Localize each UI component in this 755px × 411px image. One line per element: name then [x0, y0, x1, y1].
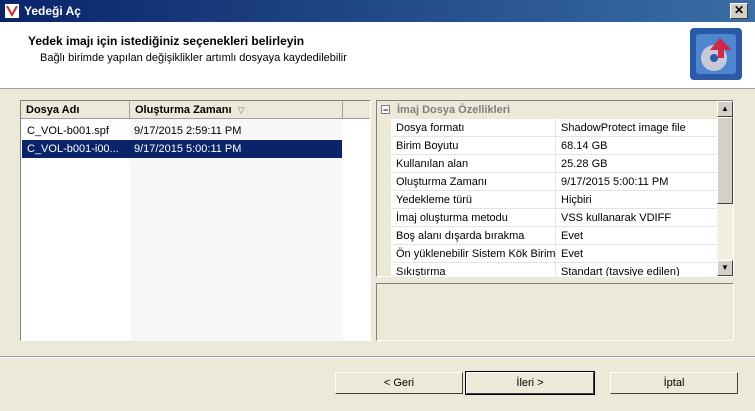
row-gutter: [377, 155, 391, 173]
property-row[interactable]: Dosya formatı ShadowProtect image file: [377, 119, 717, 137]
property-name: Sıkıştırma: [396, 263, 556, 276]
file-created: 9/17/2015 2:59:11 PM: [134, 125, 242, 137]
property-value: 68.14 GB: [561, 140, 608, 152]
property-description-panel: [376, 283, 734, 341]
property-value: Evet: [561, 248, 584, 260]
file-name: C_VOL-b001-i00...: [27, 143, 119, 155]
image-file-list[interactable]: Dosya Adı Oluşturma Zamanı ▽ C_VOL-b001.s…: [20, 100, 371, 341]
row-gutter: [377, 119, 391, 137]
file-name: C_VOL-b001.spf: [27, 125, 109, 137]
app-icon: [5, 4, 19, 18]
scroll-up-icon[interactable]: ▲: [717, 101, 733, 117]
property-name: Birim Boyutu: [396, 137, 556, 155]
property-row[interactable]: Birim Boyutu 68.14 GB: [377, 137, 717, 155]
file-created: 9/17/2015 5:00:11 PM: [134, 143, 242, 155]
category-header[interactable]: − İmaj Dosya Özellikleri: [377, 101, 717, 119]
column-header-spacer: [343, 101, 370, 119]
property-value: Hiçbiri: [561, 194, 592, 206]
wizard-header: Yedek imajı için istediğiniz seçenekleri…: [0, 22, 755, 89]
property-grid[interactable]: − İmaj Dosya Özellikleri Dosya formatı Sh…: [376, 100, 734, 277]
property-value: Standart (tavsiye edilen): [561, 266, 680, 277]
property-name: Dosya formatı: [396, 119, 556, 137]
property-value: 9/17/2015 5:00:11 PM: [561, 176, 669, 188]
property-name: Yedekleme türü: [396, 191, 556, 209]
row-gutter: [377, 263, 391, 276]
disk-restore-icon: [690, 28, 742, 80]
property-name: Oluşturma Zamanı: [396, 173, 556, 191]
property-row[interactable]: Ön yüklenebilir Sistem Kök Birim Evet: [377, 245, 717, 263]
property-name: Kullanılan alan: [396, 155, 556, 173]
header-subtitle: Bağlı birimde yapılan değişiklikler artı…: [40, 52, 347, 64]
property-value: 25.28 GB: [561, 158, 608, 170]
cancel-button[interactable]: İptal: [610, 372, 738, 394]
property-row[interactable]: Oluşturma Zamanı 9/17/2015 5:00:11 PM: [377, 173, 717, 191]
header-title: Yedek imajı için istediğiniz seçenekleri…: [28, 34, 305, 48]
scroll-down-icon[interactable]: ▼: [717, 260, 733, 276]
list-item[interactable]: C_VOL-b001.spf 9/17/2015 2:59:11 PM: [22, 122, 342, 140]
title-bar[interactable]: Yedeği Aç ✕: [0, 0, 755, 22]
column-header-created-time[interactable]: Oluşturma Zamanı ▽: [130, 101, 343, 119]
property-row[interactable]: Sıkıştırma Standart (tavsiye edilen): [377, 263, 717, 277]
row-gutter: [377, 245, 391, 263]
close-button[interactable]: ✕: [730, 3, 748, 19]
category-label: İmaj Dosya Özellikleri: [397, 104, 511, 116]
property-value: VSS kullanarak VDIFF: [561, 212, 672, 224]
property-value: Evet: [561, 230, 584, 242]
next-button[interactable]: İleri >: [465, 371, 595, 395]
window-title: Yedeği Aç: [24, 4, 81, 18]
property-scrollbar[interactable]: ▲ ▼: [717, 101, 733, 276]
property-name: Boş alanı dışarda bırakma: [396, 227, 556, 245]
scroll-thumb[interactable]: [717, 117, 733, 204]
property-row[interactable]: Kullanılan alan 25.28 GB: [377, 155, 717, 173]
sort-arrow-icon: ▽: [237, 105, 245, 115]
row-gutter: [377, 137, 391, 155]
back-button[interactable]: < Geri: [335, 372, 463, 394]
property-name: İmaj oluşturma metodu: [396, 209, 556, 227]
row-gutter: [377, 191, 391, 209]
property-row[interactable]: Boş alanı dışarda bırakma Evet: [377, 227, 717, 245]
button-separator: [0, 356, 755, 358]
list-item-selected[interactable]: C_VOL-b001-i00... 9/17/2015 5:00:11 PM: [22, 140, 342, 158]
property-name: Ön yüklenebilir Sistem Kök Birim: [396, 245, 556, 263]
column-header-file-name[interactable]: Dosya Adı: [21, 101, 130, 119]
row-gutter: [377, 173, 391, 191]
property-row[interactable]: Yedekleme türü Hiçbiri: [377, 191, 717, 209]
property-row[interactable]: İmaj oluşturma metodu VSS kullanarak VDIF…: [377, 209, 717, 227]
row-gutter: [377, 209, 391, 227]
collapse-icon[interactable]: −: [381, 105, 390, 115]
property-value: ShadowProtect image file: [561, 122, 686, 134]
row-gutter: [377, 227, 391, 245]
